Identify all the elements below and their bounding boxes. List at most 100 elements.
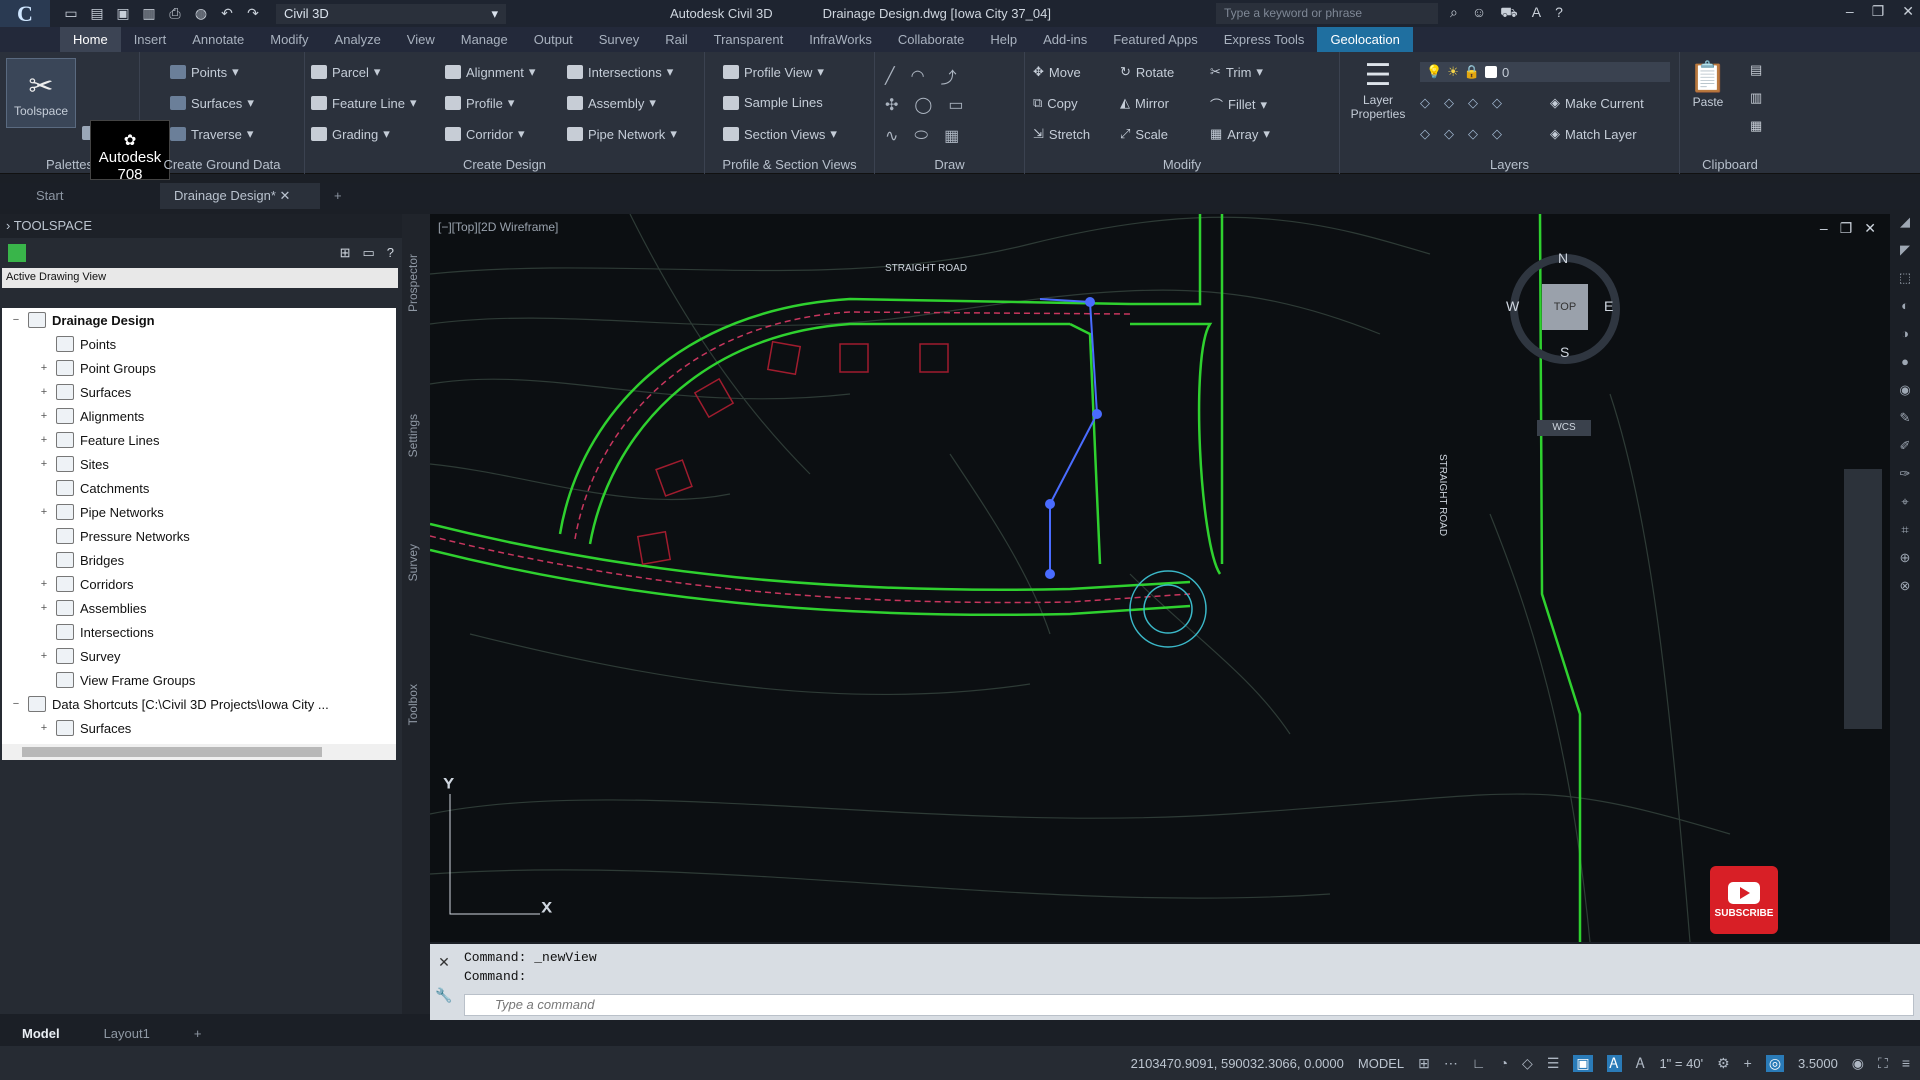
open-icon[interactable]: ▤ [88,5,106,22]
toolspace-mode-icon[interactable] [8,244,26,262]
drawing-canvas[interactable]: Y X STRAIGHT ROAD STRAIGHT ROAD [430,214,1890,942]
expand-icon[interactable]: + [38,650,50,662]
tab-transparent[interactable]: Transparent [701,27,797,52]
save-icon[interactable]: ▣ [114,5,132,22]
surfaces-button[interactable]: Surfaces ▾ [170,95,254,111]
snap-icon[interactable]: ⋯ [1444,1055,1458,1072]
tool-icon[interactable]: ⊗ [1890,578,1920,606]
expand-icon[interactable]: − [10,698,22,710]
tree-item[interactable]: + Alignments [2,404,396,428]
alignment-button[interactable]: Alignment ▾ [445,64,535,80]
draw-tools-row1[interactable]: ╱ ◠ ⤴ [885,64,957,88]
expand-icon[interactable]: + [38,506,50,518]
layer-properties-button[interactable]: ☰ Layer Properties [1348,58,1408,121]
tree-item[interactable]: View Frame Groups [2,668,396,692]
tool-icon[interactable]: ◤ [1890,242,1920,270]
tab-collaborate[interactable]: Collaborate [885,27,978,52]
tool-icon[interactable]: ⊕ [1890,550,1920,578]
lineweight-icon[interactable]: ☰ [1547,1055,1560,1072]
viewcube[interactable]: N S E W TOP [1506,250,1620,364]
command-input[interactable]: Type a command [464,994,1914,1016]
copy-button[interactable]: ⧉ Copy [1033,95,1078,111]
tree-item[interactable]: + Corridors [2,572,396,596]
minimize-icon[interactable]: – [1846,3,1854,20]
ortho-icon[interactable]: ∟ [1472,1055,1486,1071]
layout-tab-layout1[interactable]: Layout1 [82,1026,172,1041]
tree-item[interactable]: + Point Groups [2,356,396,380]
subscribe-badge[interactable]: SUBSCRIBE [1710,866,1778,934]
model-space-toggle[interactable]: MODEL [1358,1056,1404,1071]
tree-item[interactable]: Bridges [2,548,396,572]
tab-infraworks[interactable]: InfraWorks [796,27,885,52]
tree-view-icon[interactable]: ⊞ [340,245,351,261]
tool-icon[interactable]: ✑ [1890,466,1920,494]
draw-tools-row2[interactable]: ✣ ◯ ▭ [885,95,963,115]
tab-insert[interactable]: Insert [121,27,180,52]
help-icon[interactable]: ? [387,245,394,261]
tree-item[interactable]: + Surfaces [2,380,396,404]
viewcube-top[interactable]: TOP [1542,284,1588,330]
annotation-scale-icon[interactable]: Ꭺ [1636,1055,1645,1072]
tree-item[interactable]: − Data Shortcuts [C:\Civil 3D Projects\Io… [2,692,396,716]
osnap-icon[interactable]: ◇ [1522,1055,1533,1072]
expand-icon[interactable]: + [38,410,50,422]
expand-icon[interactable]: + [38,458,50,470]
stretch-button[interactable]: ⇲ Stretch [1033,126,1090,142]
tool-icon[interactable]: ◑ [1890,326,1920,354]
grading-button[interactable]: Grading ▾ [311,126,390,142]
tool-icon[interactable]: ⌖ [1890,494,1920,522]
annotation-visibility-icon[interactable]: Ꭺ [1606,1054,1623,1072]
vtab-toolbox[interactable]: Toolbox [406,684,420,725]
layer-tools-row2[interactable]: ◇ ◇ ◇ ◇ [1420,126,1502,142]
draw-tools-row3[interactable]: ∿ ⬭ ▦ [885,126,959,146]
grid-icon[interactable]: ⊞ [1418,1055,1430,1072]
tab-rail[interactable]: Rail [652,27,700,52]
tree-item[interactable]: + Assemblies [2,596,396,620]
traverse-button[interactable]: Traverse ▾ [170,126,253,142]
expand-icon[interactable]: + [38,578,50,590]
expand-icon[interactable]: + [38,362,50,374]
tool-icon[interactable]: ◉ [1890,382,1920,410]
autodesk-icon[interactable]: A [1532,4,1541,23]
profile-button[interactable]: Profile ▾ [445,95,514,111]
close-icon[interactable]: ✕ [1864,220,1876,237]
annotation-scale[interactable]: 1" = 40' [1659,1056,1703,1071]
expand-icon[interactable]: + [38,602,50,614]
wrench-icon[interactable]: 🔧 [435,987,452,1003]
layer-tools-row1[interactable]: ◇ ◇ ◇ ◇ [1420,95,1502,111]
selection-cycling-icon[interactable]: ▣ [1573,1054,1593,1072]
help-icon[interactable]: ? [1555,4,1563,23]
tree-item[interactable]: + Feature Lines [2,428,396,452]
view-selector[interactable]: Active Drawing View [2,268,398,288]
cart-icon[interactable]: ⛟ [1500,4,1518,23]
fillet-button[interactable]: ⌒ Fillet ▾ [1210,95,1267,114]
tab-geolocation[interactable]: Geolocation [1317,27,1413,52]
redo-icon[interactable]: ↷ [244,5,262,22]
navigation-bar[interactable] [1844,469,1882,729]
array-button[interactable]: ▦ Array ▾ [1210,126,1270,142]
zoom-value[interactable]: 3.5000 [1798,1056,1838,1071]
layout-tab-model[interactable]: Model [0,1026,82,1041]
isolate-icon[interactable]: ◉ [1852,1055,1864,1072]
trim-button[interactable]: ✂ Trim ▾ [1210,64,1263,80]
save-as-icon[interactable]: ▥ [140,5,158,22]
tool-icon[interactable]: ◢ [1890,214,1920,242]
corridor-button[interactable]: Corridor ▾ [445,126,525,142]
tree-item[interactable]: Points [2,332,396,356]
points-button[interactable]: Points ▾ [170,64,239,80]
match-layer-button[interactable]: ◈ Match Layer [1550,126,1637,142]
new-tab-button[interactable]: + [320,183,356,209]
tool-icon[interactable]: ⬚ [1890,270,1920,298]
tool-icon[interactable]: ⌗ [1890,522,1920,550]
horizontal-scrollbar[interactable] [2,744,396,760]
make-current-button[interactable]: ◈ Make Current [1550,95,1644,111]
expand-icon[interactable]: + [38,434,50,446]
tool-icon[interactable]: ✎ [1890,410,1920,438]
tab-output[interactable]: Output [521,27,586,52]
feature-line-button[interactable]: Feature Line ▾ [311,95,417,111]
scale-button[interactable]: ⤢ Scale [1120,126,1168,142]
tree-item[interactable]: + Surfaces [2,716,396,740]
close-icon[interactable]: ✕ [280,188,291,203]
tab-survey[interactable]: Survey [586,27,652,52]
section-views-button[interactable]: Section Views ▾ [723,126,837,142]
